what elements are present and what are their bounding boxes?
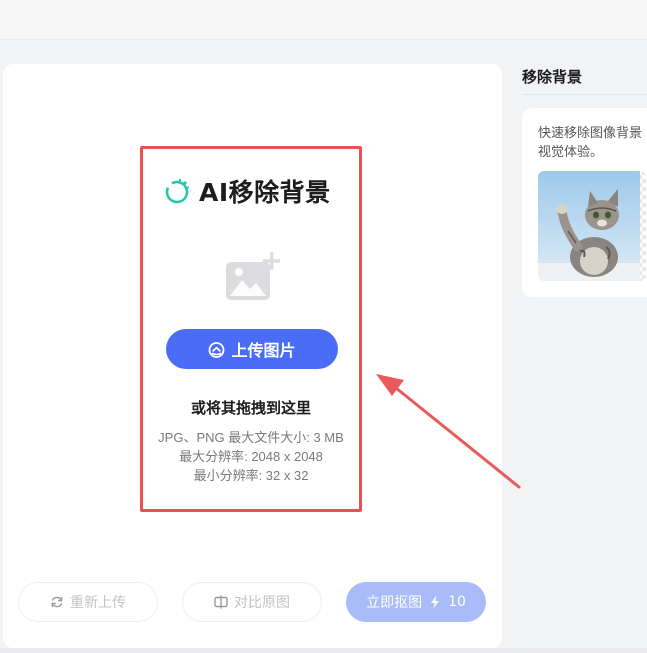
ring-logo-icon xyxy=(165,179,190,204)
upload-cloud-icon xyxy=(209,341,225,358)
start-cutout-button[interactable]: 立即抠图 10 xyxy=(346,582,486,622)
feature-description-line2: 视觉体验。 xyxy=(538,145,604,160)
compare-original-button[interactable]: 对比原图 xyxy=(182,582,322,622)
brand-title: AI移除背景 xyxy=(199,178,331,207)
top-bar xyxy=(0,0,647,40)
horizontal-scrollbar[interactable] xyxy=(0,648,647,653)
cutout-label: 立即抠图 xyxy=(366,595,423,611)
upload-panel[interactable]: AI移除背景 上传图片 或将其拖拽到这里 JPG、PNG 最大文件大小: 3 M… xyxy=(140,146,362,512)
upload-image-button[interactable]: 上传图片 xyxy=(166,329,338,369)
image-add-icon xyxy=(226,252,280,300)
reupload-label: 重新上传 xyxy=(70,595,126,611)
feature-description-line1: 快速移除图像背景 xyxy=(538,126,643,141)
compare-label: 对比原图 xyxy=(234,595,290,611)
cutout-cost: 10 xyxy=(448,594,466,610)
max-resolution-info: 最大分辨率: 2048 x 2048 xyxy=(179,449,323,464)
split-view-icon xyxy=(214,595,228,609)
file-format-info: JPG、PNG 最大文件大小: 3 MB xyxy=(158,430,344,445)
upload-button-label: 上传图片 xyxy=(231,341,296,360)
feature-card[interactable]: 快速移除图像背景 视觉体验。 xyxy=(522,108,647,297)
feature-description: 快速移除图像背景 视觉体验。 xyxy=(538,124,647,162)
min-resolution-info: 最小分辨率: 32 x 32 xyxy=(193,468,309,483)
brand-header: AI移除背景 xyxy=(163,173,331,209)
lightning-icon xyxy=(431,595,440,609)
sidebar-title: 移除背景 xyxy=(522,68,583,86)
reupload-button[interactable]: 重新上传 xyxy=(18,582,158,622)
sidebar-divider xyxy=(522,94,647,95)
cat-preview-image xyxy=(538,171,646,281)
drag-drop-hint: 或将其拖拽到这里 xyxy=(190,399,311,417)
refresh-icon xyxy=(51,596,63,608)
